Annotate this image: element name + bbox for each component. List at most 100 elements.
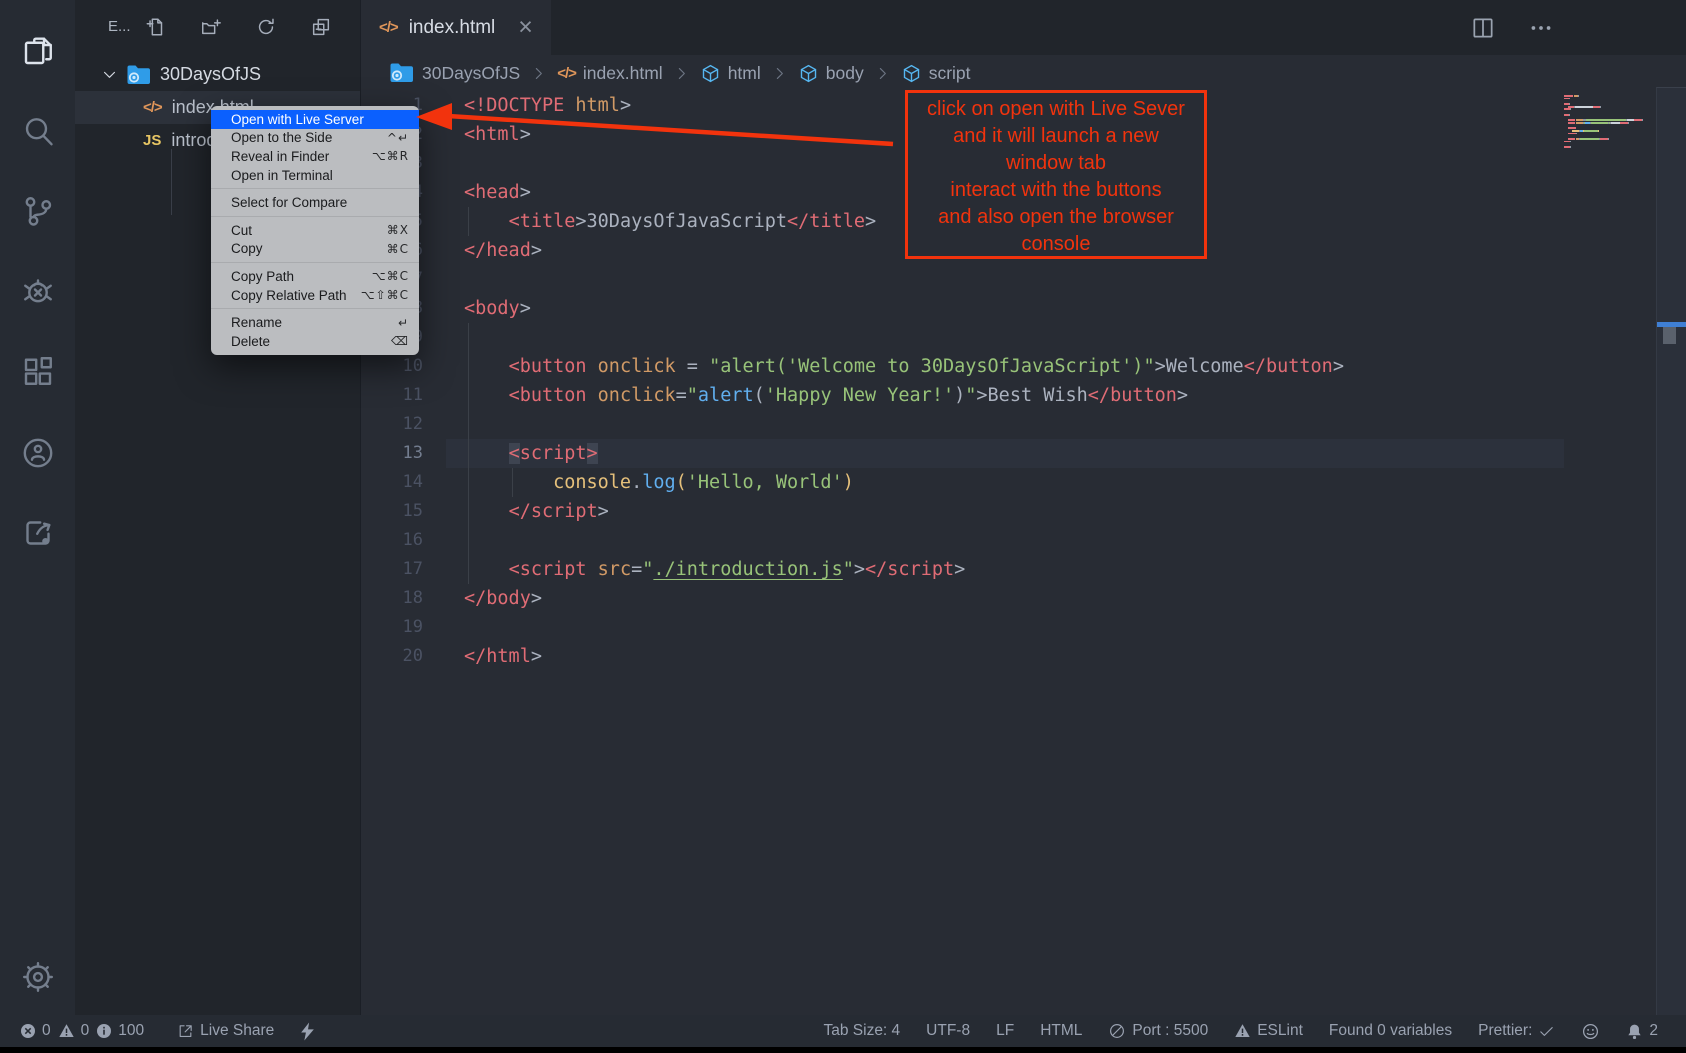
slash-icon — [1108, 1022, 1126, 1040]
activity-item-search[interactable] — [0, 102, 75, 160]
cube-icon — [798, 63, 819, 84]
activity-item-live-server[interactable] — [0, 504, 75, 562]
activity-item-extensions[interactable] — [0, 342, 75, 400]
menu-item-label: Delete — [231, 334, 391, 349]
menu-item-copy-path[interactable]: Copy Path⌥⌘C — [211, 267, 419, 286]
status-item-tab-size-4[interactable]: Tab Size: 4 — [823, 1022, 900, 1040]
scrollbar-thumb[interactable] — [1663, 327, 1676, 344]
status-item-lightning[interactable] — [300, 1022, 315, 1041]
activity-item-explorer[interactable] — [0, 22, 75, 80]
status-label: Live Share — [200, 1022, 274, 1040]
status-item-0[interactable]: 0 — [58, 1022, 90, 1040]
smiley-icon — [1581, 1022, 1600, 1041]
breadcrumb-item-script[interactable]: script — [901, 63, 971, 84]
code-line-11[interactable]: 11 <button onclick="alert('Happy New Yea… — [361, 381, 1564, 410]
minimap[interactable] — [1564, 95, 1656, 149]
code-line-17[interactable]: 17 <script src="./introduction.js"></scr… — [361, 555, 1564, 584]
status-item-found-0-variables[interactable]: Found 0 variables — [1329, 1022, 1452, 1040]
collapse-all-icon — [310, 16, 332, 38]
close-icon[interactable]: × — [518, 15, 533, 40]
minimap-line — [1564, 141, 1656, 143]
code-line-8[interactable]: 8<body> — [361, 294, 1564, 323]
window-bottom-edge — [0, 1047, 1686, 1053]
code-line-13[interactable]: 13 <script> — [361, 439, 1564, 468]
cube-icon — [901, 63, 922, 84]
new-folder-button[interactable] — [198, 14, 224, 40]
menu-item-rename[interactable]: Rename↵ — [211, 313, 419, 332]
breadcrumb-label: body — [826, 63, 864, 84]
status-item-live-share[interactable]: Live Share — [177, 1022, 274, 1040]
more-actions-button[interactable] — [1528, 15, 1554, 41]
status-item-eslint[interactable]: ESLint — [1234, 1022, 1303, 1040]
tab-index.html[interactable]: </>index.html× — [361, 0, 551, 55]
menu-item-open-to-the-side[interactable]: Open to the Side^↵ — [211, 129, 419, 148]
minimap-line — [1564, 106, 1656, 108]
annotation-text-line: and also open the browser — [908, 204, 1204, 231]
line-number: 16 — [361, 526, 423, 555]
activity-item-settings[interactable] — [0, 948, 75, 1006]
status-item-utf-8[interactable]: UTF-8 — [926, 1022, 970, 1040]
code-line-10[interactable]: 10 <button onclick = "alert('Welcome to … — [361, 352, 1564, 381]
code-line-7[interactable]: 7 — [361, 265, 1564, 294]
minimap-line — [1564, 125, 1656, 127]
new-file-button[interactable] — [143, 14, 169, 40]
code-line-text: <head> — [464, 178, 531, 207]
breadcrumb-item-index.html[interactable]: </>index.html — [557, 63, 662, 84]
code-line-15[interactable]: 15 </script> — [361, 497, 1564, 526]
annotation-text-line: window tab — [908, 150, 1204, 177]
status-item-html[interactable]: HTML — [1040, 1022, 1082, 1040]
menu-item-cut[interactable]: Cut⌘X — [211, 221, 419, 240]
code-line-text: </html> — [464, 642, 542, 671]
status-item-port-5500[interactable]: Port : 5500 — [1108, 1022, 1208, 1040]
scrollbar-gutter[interactable] — [1656, 87, 1686, 1015]
breadcrumb-label: script — [929, 63, 971, 84]
code-line-12[interactable]: 12 — [361, 410, 1564, 439]
menu-item-label: Open to the Side — [231, 130, 387, 145]
breadcrumb-item-30DaysOfJS[interactable]: 30DaysOfJS — [389, 62, 520, 84]
breadcrumb-item-body[interactable]: body — [798, 63, 864, 84]
menu-item-copy[interactable]: Copy⌘C — [211, 240, 419, 259]
code-line-18[interactable]: 18</body> — [361, 584, 1564, 613]
error-icon — [20, 1023, 36, 1039]
status-item-prettier-[interactable]: Prettier: — [1478, 1022, 1555, 1040]
code-line-16[interactable]: 16 — [361, 526, 1564, 555]
code-line-text: <html> — [464, 120, 531, 149]
refresh-button[interactable] — [253, 14, 279, 40]
live-share-icon — [20, 435, 56, 471]
code-line-20[interactable]: 20</html> — [361, 642, 1564, 671]
current-line-highlight — [446, 439, 1564, 468]
menu-item-delete[interactable]: Delete⌫ — [211, 332, 419, 351]
status-item-lf[interactable]: LF — [996, 1022, 1014, 1040]
status-item-0[interactable]: 0 — [20, 1022, 51, 1040]
explorer-icon — [20, 33, 56, 69]
code-line-19[interactable]: 19 — [361, 613, 1564, 642]
menu-item-open-in-terminal[interactable]: Open in Terminal — [211, 166, 419, 185]
status-item-100[interactable]: 100 — [96, 1022, 144, 1040]
status-item-2[interactable]: 2 — [1626, 1022, 1658, 1040]
activity-item-live-share[interactable] — [0, 424, 75, 482]
minimap-line — [1564, 127, 1656, 129]
minimap-line — [1564, 122, 1656, 124]
menu-item-copy-relative-path[interactable]: Copy Relative Path⌥⇧⌘C — [211, 286, 419, 305]
folder-icon — [126, 64, 152, 86]
breadcrumb: 30DaysOfJS </>index.html html body script — [361, 55, 971, 91]
breadcrumb-item-html[interactable]: html — [700, 63, 761, 84]
minimap-line — [1564, 108, 1656, 110]
status-item-smiley[interactable] — [1581, 1022, 1600, 1041]
code-line-14[interactable]: 14 console.log('Hello, World') — [361, 468, 1564, 497]
activity-item-source-control[interactable] — [0, 182, 75, 240]
menu-item-shortcut: ⌫ — [391, 334, 409, 348]
split-editor-button[interactable] — [1470, 15, 1496, 41]
activity-item-debug[interactable] — [0, 262, 75, 320]
tree-row-30DaysOfJS[interactable]: 30DaysOfJS — [75, 58, 360, 91]
minimap-line — [1564, 133, 1656, 135]
code-line-text: <button onclick = "alert('Welcome to 30D… — [464, 352, 1344, 381]
annotation-box: click on open with Live Severand it will… — [905, 90, 1207, 259]
collapse-all-button[interactable] — [308, 14, 334, 40]
chevron-right-icon — [771, 65, 788, 82]
menu-item-reveal-in-finder[interactable]: Reveal in Finder⌥⌘R — [211, 147, 419, 166]
menu-item-select-for-compare[interactable]: Select for Compare — [211, 193, 419, 212]
menu-item-open-with-live-server[interactable]: Open with Live Server — [211, 110, 419, 129]
status-label: 0 — [81, 1022, 90, 1040]
code-line-9[interactable]: 9 — [361, 323, 1564, 352]
